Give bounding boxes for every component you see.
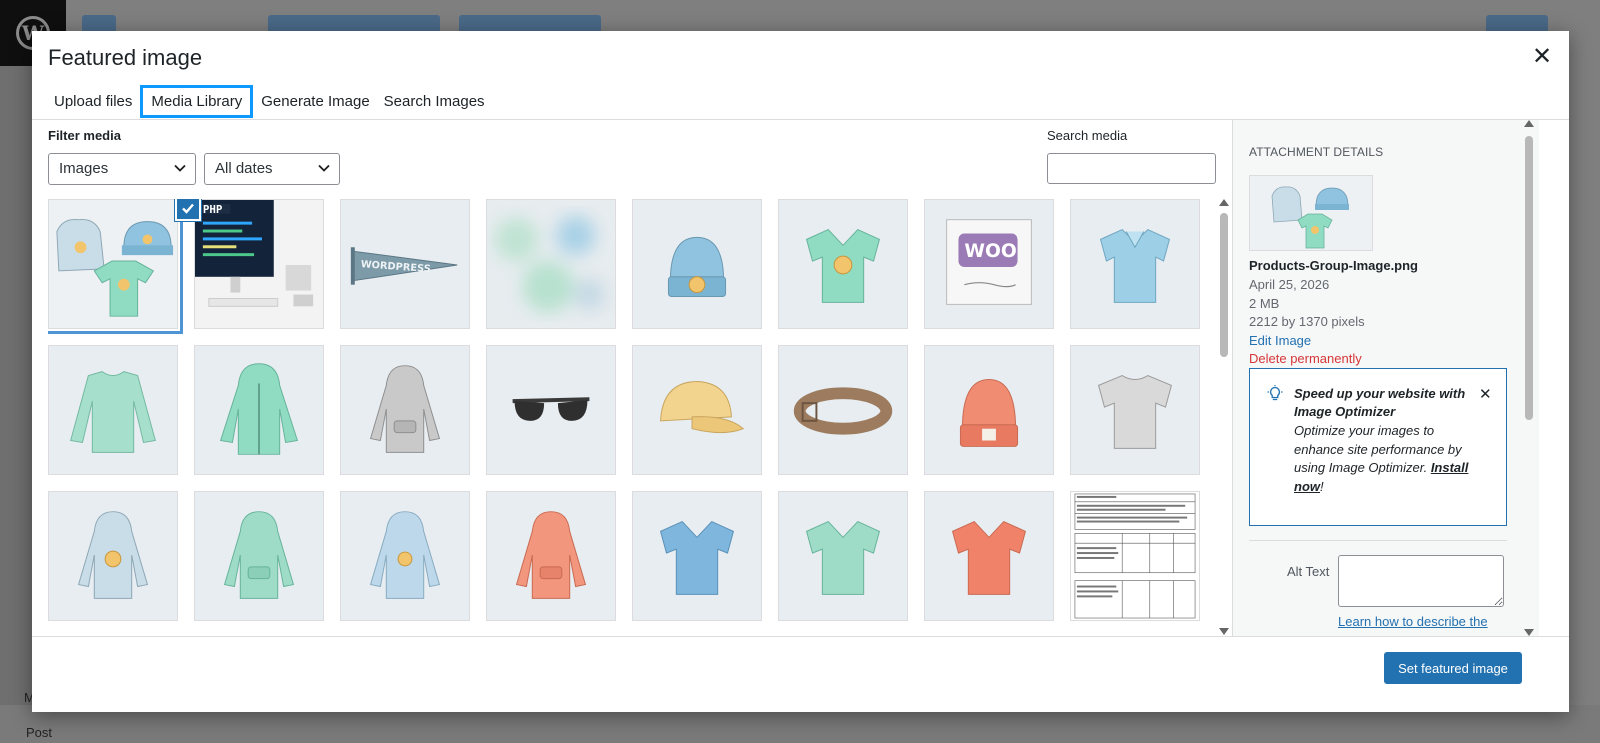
gray-tee-icon xyxy=(1071,346,1199,474)
editor-post-label: Post xyxy=(26,725,53,740)
attachment-details-scrollbar[interactable] xyxy=(1523,120,1535,636)
media-item-orange-v-neck[interactable] xyxy=(924,491,1054,621)
attachment-thumbnail xyxy=(1249,175,1373,251)
close-icon[interactable]: ✕ xyxy=(1528,43,1556,71)
notice-body-end: ! xyxy=(1320,478,1324,494)
editor-side-strip xyxy=(1568,66,1600,706)
media-grid-scrollbar[interactable] xyxy=(1218,199,1230,635)
alt-text-field[interactable] xyxy=(1338,555,1504,607)
belt-icon xyxy=(779,346,907,474)
products-group-image-icon xyxy=(49,200,177,328)
attachment-details-panel: ATTACHMENT DETAILS Products-Group-Image.… xyxy=(1232,120,1539,636)
document-page-icon xyxy=(1071,492,1199,620)
polo-shirt-icon xyxy=(1071,200,1199,328)
notice-body: Optimize your images to enhance site per… xyxy=(1294,422,1484,496)
media-item-blurred[interactable] xyxy=(486,199,616,329)
footer-divider xyxy=(32,636,1569,637)
media-item-green-hoodie[interactable] xyxy=(194,491,324,621)
media-item-php-desk[interactable]: PHP xyxy=(194,199,324,329)
svg-text:PHP: PHP xyxy=(203,203,223,216)
tab-media-library[interactable]: Media Library xyxy=(140,85,254,118)
attachment-file-size: 2 MB xyxy=(1249,296,1280,311)
sunglasses-icon xyxy=(487,346,615,474)
filter-media-label: Filter media xyxy=(48,128,121,143)
edit-image-link[interactable]: Edit Image xyxy=(1249,333,1311,348)
media-item-green-v-neck[interactable] xyxy=(778,491,908,621)
scroll-up-icon[interactable] xyxy=(1219,199,1229,206)
media-grid: PHP WORDPRESS WOO xyxy=(48,199,1208,637)
media-item-belt[interactable] xyxy=(778,345,908,475)
scrollbar-thumb[interactable] xyxy=(1220,213,1228,357)
chevron-down-icon xyxy=(318,164,330,172)
chevron-down-icon xyxy=(174,164,186,172)
orange-beanie-icon xyxy=(925,346,1053,474)
svg-text:WOO: WOO xyxy=(964,241,1016,262)
orange-v-neck-icon xyxy=(925,492,1053,620)
media-item-beanie[interactable] xyxy=(632,199,762,329)
media-item-blue-v-neck[interactable] xyxy=(632,491,762,621)
selected-check-icon[interactable] xyxy=(175,199,201,221)
php-desk-photo-icon: PHP xyxy=(195,200,323,328)
media-item-hoodie-logo[interactable] xyxy=(48,491,178,621)
long-sleeve-tee-icon xyxy=(49,346,177,474)
sidebar-divider xyxy=(1249,540,1507,541)
attachment-filename: Products-Group-Image.png xyxy=(1249,258,1418,273)
media-item-woo-album[interactable]: WOO xyxy=(924,199,1054,329)
gray-hoodie-icon xyxy=(341,346,469,474)
media-item-v-neck-tee[interactable] xyxy=(778,199,908,329)
tab-upload-files[interactable]: Upload files xyxy=(48,85,138,118)
media-item-orange-hoodie[interactable] xyxy=(486,491,616,621)
wordpress-pennant-icon: WORDPRESS xyxy=(341,200,469,328)
beanie-icon xyxy=(633,200,761,328)
date-filter-select[interactable]: All dates xyxy=(204,153,340,185)
hoodie-blue-logo-icon xyxy=(341,492,469,620)
tab-search-images[interactable]: Search Images xyxy=(378,85,491,118)
hoodie-logo-icon xyxy=(49,492,177,620)
media-item-gray-tee[interactable] xyxy=(1070,345,1200,475)
blurred-image-icon xyxy=(487,200,615,328)
media-item-hoodie-blue-logo[interactable] xyxy=(340,491,470,621)
media-item-cap[interactable] xyxy=(632,345,762,475)
media-item-sunglasses[interactable] xyxy=(486,345,616,475)
media-item-document[interactable] xyxy=(1070,491,1200,621)
scroll-up-icon[interactable] xyxy=(1524,120,1534,127)
blue-v-neck-icon xyxy=(633,492,761,620)
search-media-label: Search media xyxy=(1047,128,1128,143)
media-item-long-sleeve-tee[interactable] xyxy=(48,345,178,475)
media-item-orange-beanie[interactable] xyxy=(924,345,1054,475)
alt-text-label: Alt Text xyxy=(1287,564,1330,579)
orange-hoodie-icon xyxy=(487,492,615,620)
delete-permanently-link[interactable]: Delete permanently xyxy=(1249,351,1362,366)
media-item-products-group-image[interactable] xyxy=(48,199,183,334)
modal-title: Featured image xyxy=(48,45,203,70)
scrollbar-thumb[interactable] xyxy=(1525,136,1533,420)
alt-text-help-link[interactable]: Learn how to describe the xyxy=(1338,614,1488,629)
v-neck-tee-icon xyxy=(779,200,907,328)
woo-album-icon: WOO xyxy=(925,200,1053,328)
notice-title: Speed up your website with Image Optimiz… xyxy=(1294,386,1466,419)
scroll-down-icon[interactable] xyxy=(1219,628,1229,635)
media-item-polo-shirt[interactable] xyxy=(1070,199,1200,329)
set-featured-image-button[interactable]: Set featured image xyxy=(1384,652,1522,684)
zip-hoodie-icon xyxy=(195,346,323,474)
green-v-neck-icon xyxy=(779,492,907,620)
attachment-date: April 25, 2026 xyxy=(1249,277,1330,292)
green-hoodie-icon xyxy=(195,492,323,620)
cap-icon xyxy=(633,346,761,474)
date-filter-value: All dates xyxy=(215,160,273,177)
attachment-details-heading: ATTACHMENT DETAILS xyxy=(1249,145,1384,159)
media-item-wordpress-pennant[interactable]: WORDPRESS xyxy=(340,199,470,329)
media-item-gray-hoodie[interactable] xyxy=(340,345,470,475)
search-media-input[interactable] xyxy=(1047,153,1216,184)
featured-image-modal: Featured image ✕ Upload files Media Libr… xyxy=(32,31,1569,712)
scroll-down-icon[interactable] xyxy=(1524,629,1534,636)
image-optimizer-notice: ✕ Speed up your website with Image Optim… xyxy=(1249,368,1507,526)
lightbulb-icon xyxy=(1267,385,1283,401)
media-type-select[interactable]: Images xyxy=(48,153,196,185)
media-type-value: Images xyxy=(59,160,109,177)
products-group-thumbnail-icon xyxy=(1250,176,1372,250)
attachment-dimensions: 2212 by 1370 pixels xyxy=(1249,314,1365,329)
media-item-zip-hoodie[interactable] xyxy=(194,345,324,475)
tab-generate-image[interactable]: Generate Image xyxy=(255,85,375,118)
